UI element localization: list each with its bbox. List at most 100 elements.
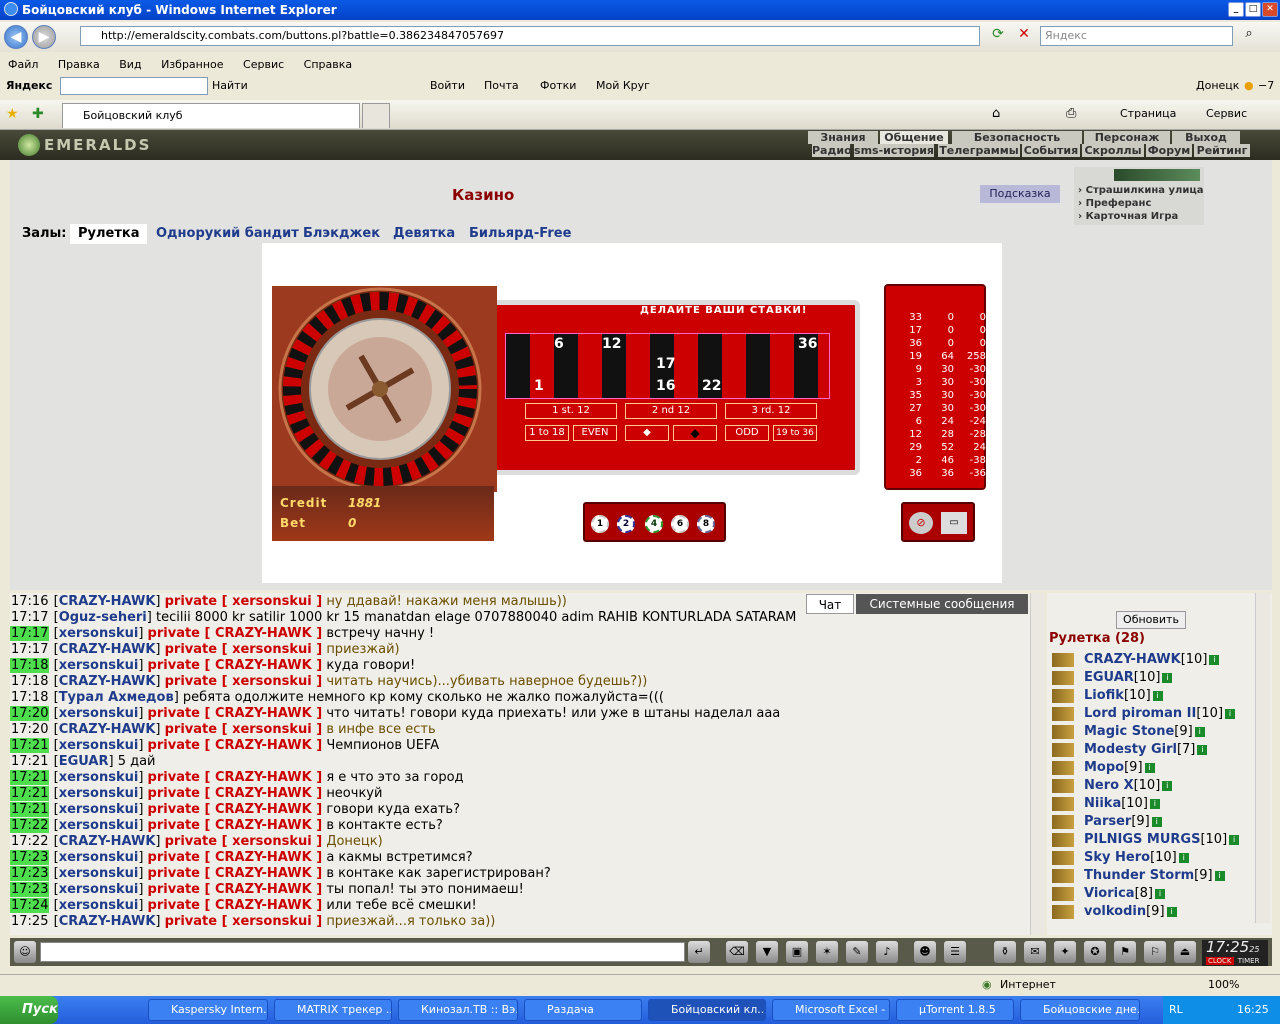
chip-8[interactable]: 8 (697, 515, 715, 533)
message-time[interactable]: 17:21 (10, 786, 50, 801)
bet-1-to-18[interactable]: 1 to 18 (525, 425, 569, 441)
user-name[interactable]: Magic Stone (1084, 724, 1174, 739)
flag-icon[interactable]: ⚐ (1144, 941, 1166, 963)
link-preference[interactable]: › Преферанс (1078, 198, 1151, 209)
user-name[interactable]: Мopo (1084, 760, 1124, 775)
refresh-button[interactable]: Обновить (1116, 611, 1186, 629)
board-number-1[interactable]: 1 (534, 378, 544, 394)
private-tag[interactable]: private [ xersonskui ] (165, 722, 323, 737)
private-tag[interactable]: private [ CRAZY-HAWK ] (148, 738, 323, 753)
taskbar-button[interactable]: Кинозал.ТВ :: Вэ... (398, 999, 518, 1021)
bag-icon[interactable]: ⚑ (1114, 941, 1136, 963)
board-number-36[interactable]: 36 (798, 336, 817, 352)
subnav-scrolls[interactable]: Скроллы (1082, 144, 1144, 157)
private-message-icon[interactable] (1052, 832, 1074, 847)
taskbar-button[interactable]: Microsoft Excel - ... (772, 999, 890, 1021)
url-input[interactable]: http://emeraldscity.combats.com/buttons.… (80, 26, 980, 46)
taskbar-button[interactable]: µTorrent 1.8.5 (896, 999, 1014, 1021)
nav-exit[interactable]: Выход (1172, 131, 1240, 144)
chip-1[interactable]: 1 (591, 515, 609, 533)
message-nick[interactable]: Турал Ахмедов (59, 690, 174, 705)
smile-menu-icon[interactable]: ☺ (14, 941, 36, 963)
user-list-item[interactable]: EGUAR[10] i (1052, 669, 1173, 687)
send-icon[interactable]: ↵ (688, 941, 710, 963)
private-tag[interactable]: private [ CRAZY-HAWK ] (148, 706, 323, 721)
nav-communication[interactable]: Общение (880, 131, 948, 144)
private-tag[interactable]: private [ CRAZY-HAWK ] (148, 626, 323, 641)
chip-6[interactable]: 6 (671, 515, 689, 533)
user-list-item[interactable]: volkodin[9] i (1052, 903, 1177, 921)
private-tag[interactable]: private [ xersonskui ] (165, 914, 323, 929)
user-list-item[interactable]: Thunder Storm[9] i (1052, 867, 1225, 885)
yandex-find-button[interactable]: Найти (212, 74, 248, 98)
chat-scrollbar[interactable] (1030, 593, 1045, 935)
service-menu[interactable]: Сервис (1206, 107, 1247, 120)
message-nick[interactable]: xersonskui (59, 866, 139, 881)
subnav-telegrams[interactable]: Телеграммы (938, 144, 1020, 157)
message-nick[interactable]: xersonskui (59, 658, 139, 673)
favorites-star-icon[interactable]: ★ (6, 106, 19, 122)
user-info-icon[interactable]: i (1152, 690, 1163, 701)
private-message-icon[interactable] (1052, 850, 1074, 865)
private-message-icon[interactable] (1052, 688, 1074, 703)
add-favorite-icon[interactable]: ✚ (32, 106, 44, 122)
user-list-item[interactable]: Niika[10] i (1052, 795, 1160, 813)
abilities-icon[interactable]: ✦ (1054, 941, 1076, 963)
message-nick[interactable]: xersonskui (59, 818, 139, 833)
message-time[interactable]: 17:21 (10, 770, 50, 785)
user-name[interactable]: Lord piroman II (1084, 706, 1196, 721)
taskbar-button[interactable]: Раздача (524, 999, 642, 1021)
subnav-forum[interactable]: Форум (1146, 144, 1192, 157)
mail-icon[interactable]: ✪ (1084, 941, 1106, 963)
betting-table[interactable]: ДЕЛАЙТЕ ВАШИ СТАВКИ! 6 12 36 17 1 16 22 … (485, 300, 860, 475)
private-tag[interactable]: private [ CRAZY-HAWK ] (148, 786, 323, 801)
yandex-mail-button[interactable]: Почта (484, 74, 519, 98)
hall-nine[interactable]: Девятка (393, 224, 455, 244)
forward-icon[interactable]: ▶ (32, 25, 56, 49)
user-info-icon[interactable]: i (1225, 708, 1236, 719)
message-time[interactable]: 17:21 (10, 738, 50, 753)
bet-odd[interactable]: ODD (725, 425, 769, 441)
private-tag[interactable]: private [ CRAZY-HAWK ] (148, 658, 323, 673)
bet-even[interactable]: EVEN (573, 425, 617, 441)
yandex-mykrug-button[interactable]: Мой Круг (596, 74, 650, 98)
private-tag[interactable]: private [ CRAZY-HAWK ] (148, 818, 323, 833)
user-list-item[interactable]: Modesty Girl[7] i (1052, 741, 1208, 759)
user-info-icon[interactable]: i (1144, 762, 1155, 773)
yandex-photos-button[interactable]: Фотки (540, 74, 576, 98)
stop-icon[interactable]: ✕ (1014, 26, 1034, 46)
private-tag[interactable]: private [ CRAZY-HAWK ] (148, 850, 323, 865)
clock-label[interactable]: CLOCK (1206, 957, 1234, 965)
user-info-icon[interactable]: i (1151, 816, 1162, 827)
private-tag[interactable]: private [ xersonskui ] (165, 674, 323, 689)
user-list-item[interactable]: Magic Stone[9] i (1052, 723, 1205, 741)
message-nick[interactable]: xersonskui (59, 850, 139, 865)
subnav-sms[interactable]: sms-история (854, 144, 934, 157)
back-icon[interactable]: ◀ (4, 25, 28, 49)
message-time[interactable]: 17:17 (10, 642, 49, 657)
menu-favorites[interactable]: Избранное (161, 58, 223, 71)
user-name[interactable]: volkodin (1084, 904, 1146, 919)
print-icon[interactable]: ⎙ (1066, 106, 1076, 121)
user-name[interactable]: PILNIGS MURGS (1084, 832, 1200, 847)
taskbar-button[interactable]: MATRIX трекер ... (274, 999, 392, 1021)
message-nick[interactable]: xersonskui (59, 706, 139, 721)
yandex-login-button[interactable]: Войти (430, 74, 465, 98)
message-time[interactable]: 17:20 (10, 706, 50, 721)
chip-2[interactable]: 2 (617, 515, 635, 533)
message-nick[interactable]: CRAZY-HAWK (59, 722, 156, 737)
language-indicator[interactable]: RL (1169, 1003, 1183, 1016)
message-nick[interactable]: xersonskui (59, 738, 139, 753)
hall-billiard[interactable]: Бильярд-Free (469, 224, 571, 244)
message-nick[interactable]: CRAZY-HAWK (59, 674, 156, 689)
user-name[interactable]: Viorica (1084, 886, 1135, 901)
user-name[interactable]: EGUAR (1084, 670, 1134, 685)
private-tag[interactable]: private [ xersonskui ] (165, 594, 323, 609)
inventory-icon[interactable]: ⚱ (994, 941, 1016, 963)
message-nick[interactable]: xersonskui (59, 898, 139, 913)
private-tag[interactable]: private [ CRAZY-HAWK ] (148, 770, 323, 785)
hint-button[interactable]: Подсказка (980, 185, 1060, 203)
home-icon[interactable]: ⌂ (992, 106, 1000, 121)
user-info-icon[interactable]: i (1178, 852, 1189, 863)
bet-black[interactable]: ◆ (673, 425, 717, 441)
